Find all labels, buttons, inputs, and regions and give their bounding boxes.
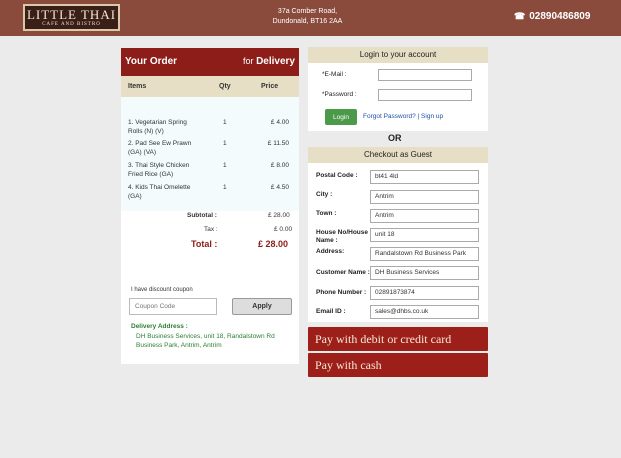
phone-number[interactable]: ☎ 02890486809 — [514, 11, 590, 22]
town-input[interactable]: Antrim — [370, 209, 479, 223]
login-title: Login to your account — [308, 47, 488, 63]
delivery-address-title: Delivery Address : — [131, 323, 188, 330]
city-label: City : — [316, 191, 333, 198]
tax-label: Tax : — [204, 226, 218, 233]
total-value: £ 28.00 — [258, 239, 289, 249]
subtotal-label: Subtotal : — [187, 212, 217, 219]
order-columns: Items Qty Price — [121, 76, 299, 97]
email-label: *E-Mail : — [322, 71, 347, 78]
customer-name-label: Customer Name : — [316, 269, 370, 276]
guest-checkout-title: Checkout as Guest — [308, 147, 488, 163]
login-password-input[interactable] — [378, 89, 472, 101]
guest-checkout-panel: Checkout as Guest Postal Code : bt41 4ld… — [308, 147, 488, 322]
order-title: Your Order — [125, 56, 178, 67]
forgot-password-signup-link[interactable]: Forgot Password? | Sign up — [363, 113, 443, 120]
house-no-label: House No/House Name : — [316, 229, 369, 244]
tax-value: £ 0.00 — [274, 226, 293, 233]
city-input[interactable]: Antrim — [370, 190, 479, 204]
login-panel: Login to your account *E-Mail : *Passwor… — [308, 47, 488, 131]
restaurant-address: 37a Comber Road, Dundonald, BT16 2AA — [272, 8, 343, 25]
discount-coupon-label[interactable]: I have discount coupon — [131, 287, 193, 293]
logo-subtitle: CAFE AND BISTRO — [42, 22, 101, 27]
address-input[interactable]: Randalstown Rd Business Park — [370, 247, 479, 261]
apply-coupon-button[interactable]: Apply — [232, 298, 292, 315]
logo-title: LITTLE THAI — [26, 7, 117, 22]
top-bar: LITTLE THAI CAFE AND BISTRO 37a Comber R… — [0, 0, 621, 36]
address-label: Address: — [316, 248, 345, 255]
login-email-input[interactable] — [378, 69, 472, 81]
or-divider: OR — [388, 133, 402, 143]
order-panel: Your Order for Delivery Items Qty Price … — [121, 48, 299, 364]
postal-code-input[interactable]: bt41 4ld — [370, 170, 479, 184]
phone-icon: ☎ — [514, 11, 526, 21]
email-id-label: Email ID : — [316, 308, 346, 315]
order-mode: for Delivery — [243, 56, 295, 67]
coupon-input[interactable] — [129, 298, 217, 315]
total-label: Total : — [191, 239, 218, 249]
col-items: Items — [128, 83, 147, 90]
subtotal-value: £ 28.00 — [268, 212, 290, 219]
restaurant-logo[interactable]: LITTLE THAI CAFE AND BISTRO — [23, 4, 120, 31]
customer-name-input[interactable]: DH Business Services — [370, 266, 479, 280]
email-id-input[interactable]: sales@dhbs.co.uk — [370, 305, 479, 319]
order-items: 1. Vegetarian Spring Rolls (N) (V) 1 £ 4.0… — [121, 97, 299, 211]
delivery-address: DH Business Services, unit 18, Randalsto… — [136, 333, 275, 349]
postal-code-label: Postal Code : — [316, 172, 358, 179]
town-label: Town : — [316, 210, 337, 217]
phone-number-label: Phone Number : — [316, 289, 367, 296]
password-label: *Password : — [322, 91, 357, 98]
phone-number-input[interactable]: 02891873874 — [370, 286, 479, 300]
login-button[interactable]: Login — [325, 109, 357, 125]
order-header: Your Order for Delivery — [121, 48, 299, 76]
pay-card-button[interactable]: Pay with debit or credit card — [308, 327, 488, 351]
pay-cash-button[interactable]: Pay with cash — [308, 353, 488, 377]
col-qty: Qty — [219, 83, 231, 90]
col-price: Price — [261, 83, 279, 90]
house-no-input[interactable]: unit 18 — [370, 228, 479, 242]
